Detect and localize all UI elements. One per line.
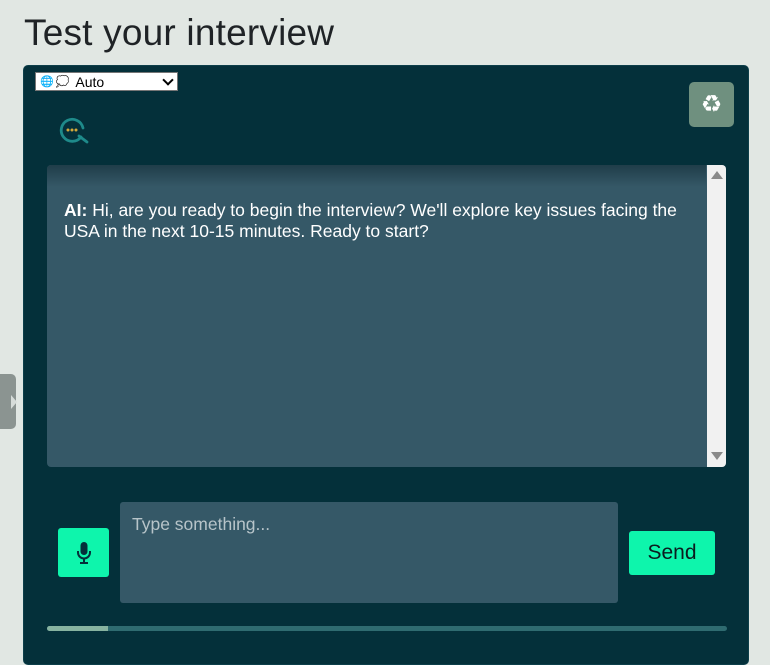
send-button[interactable]: Send <box>629 531 715 575</box>
sidebar-toggle-handle[interactable] <box>0 374 17 429</box>
scroll-down-arrow-icon[interactable] <box>711 452 723 460</box>
scroll-up-arrow-icon[interactable] <box>711 171 723 179</box>
page-title: Test your interview <box>24 12 335 53</box>
microphone-icon <box>76 541 91 564</box>
recycle-icon: ♻ <box>700 91 723 118</box>
chevron-right-icon <box>11 395 17 409</box>
interview-progress-fill <box>47 626 109 631</box>
chat-transcript[interactable]: AI: Hi, are you ready to begin the inter… <box>47 165 726 467</box>
microphone-button[interactable] <box>58 528 109 577</box>
interview-progress-bar <box>47 626 727 631</box>
language-select[interactable]: 🌐 💭 Auto <box>35 72 178 91</box>
message-speaker: AI: <box>64 200 88 220</box>
reset-interview-button[interactable]: ♻ <box>689 82 734 127</box>
message-input[interactable] <box>120 502 618 603</box>
chat-message: AI: Hi, are you ready to begin the inter… <box>64 200 684 242</box>
thought-bubble-icon: 💭 <box>55 76 70 88</box>
chat-logo-icon <box>59 118 89 144</box>
chevron-down-icon <box>162 74 174 86</box>
language-select-value: Auto <box>75 73 105 90</box>
chat-top-shadow <box>47 165 706 187</box>
message-text: Hi, are you ready to begin the interview… <box>64 200 677 241</box>
chat-scrollbar[interactable] <box>707 165 726 467</box>
globe-icon: 🌐 <box>40 76 54 88</box>
